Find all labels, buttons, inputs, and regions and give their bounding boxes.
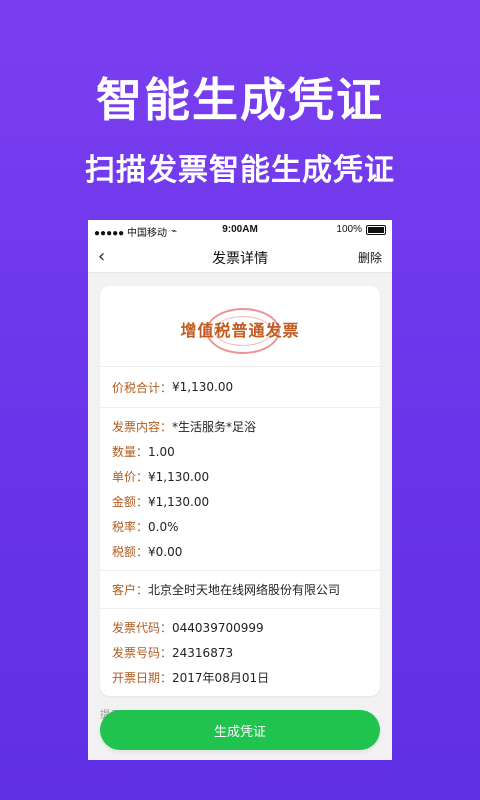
hero-title: 智能生成凭证 (96, 73, 384, 127)
unit-row: 单价： ¥1,130.00 (100, 464, 380, 489)
page-title: 发票详情 (212, 251, 268, 267)
date-label: 开票日期： (112, 671, 173, 685)
taxrate-value: 0.0% (148, 519, 179, 534)
total-value: ¥1,130.00 (172, 380, 234, 394)
tax-row: 税额： ¥0.00 (100, 539, 380, 564)
total-label: 价税合计： (112, 380, 173, 395)
status-bar: ●●●●● 中国移动 ⌁ 9:00AM 100% (88, 220, 392, 240)
unit-value: ¥1,130.00 (148, 469, 210, 484)
qty-value: 1.00 (148, 444, 175, 459)
battery-text: 100% (336, 224, 362, 235)
content-row: 发票内容： *生活服务*足浴 (100, 414, 380, 439)
customer-row: 客户： 北京全时天地在线网络股份有限公司 (100, 577, 380, 602)
number-value: 24316873 (172, 645, 234, 660)
customer-section: 客户： 北京全时天地在线网络股份有限公司 (100, 571, 380, 609)
amount-label: 金额： (112, 495, 149, 509)
battery-icon (366, 224, 386, 235)
unit-label: 单价： (112, 470, 149, 484)
content-value: *生活服务*足浴 (172, 420, 257, 434)
content-label: 发票内容： (112, 420, 173, 434)
code-label: 发票代码： (112, 621, 173, 635)
hero-subtitle: 扫描发票智能生成凭证 (85, 153, 395, 188)
taxrate-row: 税率： 0.0% (100, 514, 380, 539)
amount-value: ¥1,130.00 (148, 494, 210, 509)
delete-button[interactable]: 删除 (358, 249, 382, 266)
code-row: 发票代码： 044039700999 (100, 615, 380, 640)
invoice-type: 增值税普通发票 (180, 321, 300, 340)
number-row: 发票号码： 24316873 (100, 640, 380, 665)
taxrate-label: 税率： (112, 520, 149, 534)
customer-value: 北京全时天地在线网络股份有限公司 (148, 583, 341, 597)
qty-row: 数量： 1.00 (100, 439, 380, 464)
tax-label: 税额： (112, 545, 149, 559)
code-value: 044039700999 (172, 620, 264, 635)
invoice-header: 增值税普通发票 (100, 286, 380, 367)
qty-label: 数量： (112, 445, 149, 459)
date-row: 开票日期： 2017年08月01日 (100, 665, 380, 690)
invoice-card: 增值税普通发票 价税合计： ¥1,130.00 发票内容： *生活服务*足浴 数… (100, 286, 380, 696)
amount-row: 金额： ¥1,130.00 (100, 489, 380, 514)
total-row: 价税合计： ¥1,130.00 (100, 379, 233, 396)
customer-label: 客户： (112, 583, 149, 597)
date-value: 2017年08月01日 (172, 671, 270, 685)
number-label: 发票号码： (112, 646, 173, 660)
total-section: 价税合计： ¥1,130.00 (100, 367, 380, 408)
battery-area: 100% (336, 224, 386, 235)
items-section: 发票内容： *生活服务*足浴 数量： 1.00 单价： ¥1,130.00 金额… (100, 408, 380, 571)
meta-section: 发票代码： 044039700999 发票号码： 24316873 开票日期： … (100, 609, 380, 696)
tax-value: ¥0.00 (148, 544, 183, 559)
nav-bar: ‹ 发票详情 删除 (88, 240, 392, 273)
generate-voucher-button[interactable]: 生成凭证 (100, 710, 380, 750)
phone-screen: ●●●●● 中国移动 ⌁ 9:00AM 100% ‹ 发票详情 删除 增值税普通… (88, 220, 392, 760)
